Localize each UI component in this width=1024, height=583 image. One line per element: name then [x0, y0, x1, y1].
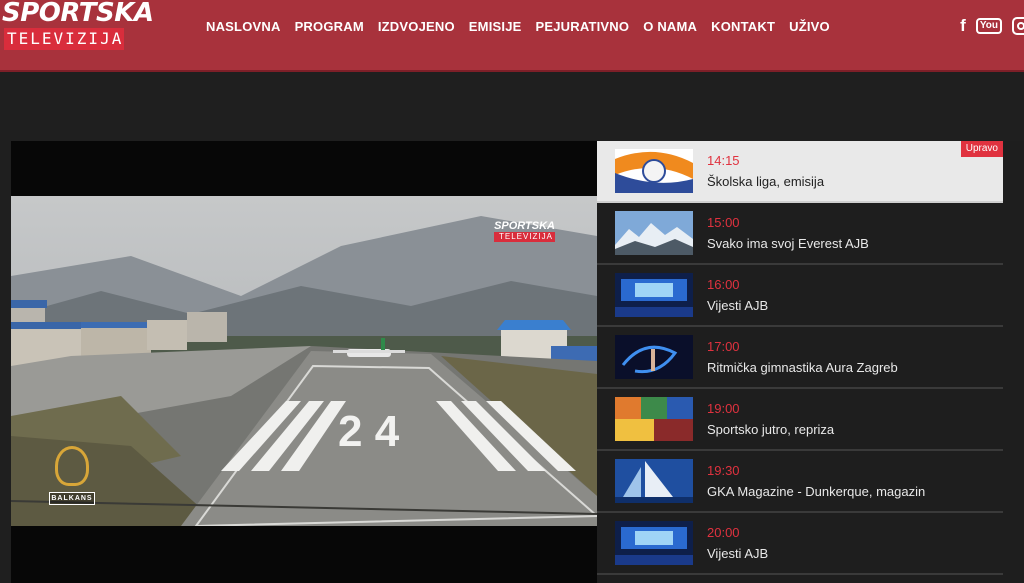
watermark-line1: SPORTSKA: [494, 220, 555, 232]
program-schedule: 14:15 Školska liga, emisija Upravo 15:00…: [597, 141, 1024, 583]
schedule-item[interactable]: 15:00 Svako ima svoj Everest AJB: [597, 203, 1003, 265]
thumbnail-gymnastics: [615, 335, 693, 379]
nav-program[interactable]: PROGRAM: [295, 18, 364, 36]
schedule-time: 19:00: [707, 401, 740, 416]
schedule-item[interactable]: 19:00 Sportsko jutro, repriza: [597, 389, 1003, 451]
logo-line2: TELEVIZIJA: [4, 28, 124, 50]
schedule-time: 14:15: [707, 153, 740, 168]
schedule-title: Školska liga, emisija: [707, 174, 825, 189]
schedule-item[interactable]: 19:30 GKA Magazine - Dunkerque, magazin: [597, 451, 1003, 513]
video-player[interactable]: 2 4 SPORTSKA TELEVIZIJA BALKANS: [11, 141, 597, 583]
site-header: SPORTSKA TELEVIZIJA NASLOVNA PROGRAM IZD…: [0, 0, 1024, 72]
youtube-icon[interactable]: You: [975, 18, 1002, 34]
nav-uzivo[interactable]: UŽIVO: [789, 18, 830, 36]
instagram-icon[interactable]: [1012, 17, 1024, 35]
thumbnail-sailing: [615, 459, 693, 503]
schedule-time: 17:00: [707, 339, 740, 354]
thumbnail-school-league: [615, 149, 693, 193]
aljazeera-logo: BALKANS: [49, 446, 95, 505]
svg-text:2 4: 2 4: [338, 407, 400, 456]
schedule-item[interactable]: 16:00 Vijesti AJB: [597, 265, 1003, 327]
nav-kontakt[interactable]: KONTAKT: [711, 18, 775, 36]
thumbnail-mountains: [615, 211, 693, 255]
channel-watermark: SPORTSKA TELEVIZIJA: [494, 220, 555, 242]
live-badge: Upravo: [960, 141, 1003, 157]
logo-line1: SPORTSKA: [2, 0, 154, 28]
social-links: f You: [960, 14, 1024, 38]
facebook-icon[interactable]: f: [960, 16, 966, 36]
schedule-time: 16:00: [707, 277, 740, 292]
schedule-title: Vijesti AJB: [707, 546, 769, 561]
schedule-item[interactable]: 14:15 Školska liga, emisija Upravo: [597, 141, 1003, 203]
video-scene-image: 2 4: [11, 196, 597, 526]
main-nav: NASLOVNA PROGRAM IZDVOJENO EMISIJE PEJUR…: [206, 18, 844, 36]
schedule-title: Sportsko jutro, repriza: [707, 422, 835, 437]
nav-o-nama[interactable]: O NAMA: [643, 18, 697, 36]
schedule-time: 19:30: [707, 463, 740, 478]
video-frame[interactable]: 2 4 SPORTSKA TELEVIZIJA BALKANS: [11, 196, 597, 526]
schedule-title: GKA Magazine - Dunkerque, magazin: [707, 484, 926, 499]
schedule-item[interactable]: 20:00 Vijesti AJB: [597, 513, 1003, 575]
watermark-line2: TELEVIZIJA: [494, 232, 555, 242]
nav-emisije[interactable]: EMISIJE: [469, 18, 522, 36]
schedule-time: 15:00: [707, 215, 740, 230]
schedule-item[interactable]: 17:00 Ritmička gimnastika Aura Zagreb: [597, 327, 1003, 389]
schedule-title: Vijesti AJB: [707, 298, 769, 313]
schedule-title: Ritmička gimnastika Aura Zagreb: [707, 360, 898, 375]
site-logo[interactable]: SPORTSKA TELEVIZIJA: [2, 0, 154, 54]
nav-izdvojeno[interactable]: IZDVOJENO: [378, 18, 455, 36]
thumbnail-sports-morning: [615, 397, 693, 441]
schedule-time: 20:00: [707, 525, 740, 540]
nav-pejurativno[interactable]: PEJURATIVNO: [536, 18, 630, 36]
schedule-title: Svako ima svoj Everest AJB: [707, 236, 869, 251]
aljazeera-emblem-icon: [55, 446, 89, 486]
nav-naslovna[interactable]: NASLOVNA: [206, 18, 281, 36]
thumbnail-news-studio: [615, 273, 693, 317]
thumbnail-news-studio: [615, 521, 693, 565]
aljazeera-label: BALKANS: [49, 492, 95, 505]
